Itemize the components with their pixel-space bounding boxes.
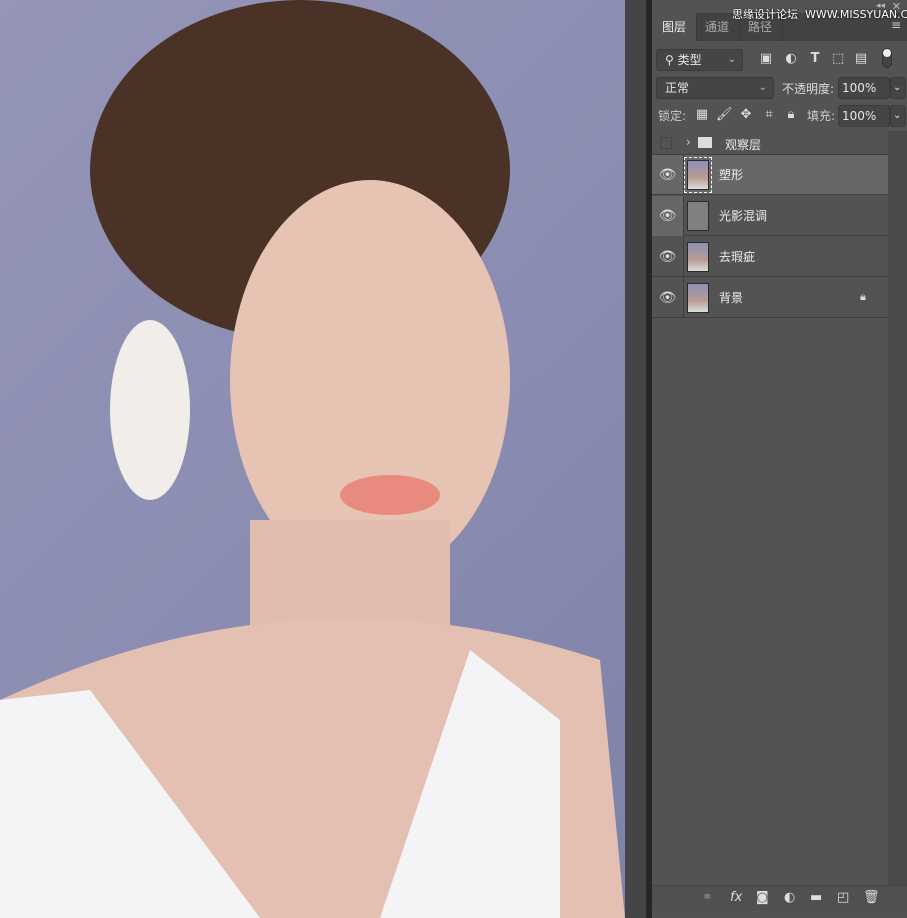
layer-thumbnail [687, 283, 709, 313]
type-filter-icon[interactable]: T [807, 51, 823, 66]
adjustment-filter-icon[interactable]: ◐ [783, 51, 799, 66]
opacity-dropdown[interactable]: ⌄ [890, 77, 906, 99]
layer-name: 塑形 [719, 168, 744, 182]
new-layer-icon[interactable]: ◰ [837, 890, 849, 905]
layer-row[interactable]: 👁︎ 光影混调 [652, 196, 888, 236]
layer-group-row[interactable]: › 观察层 [652, 131, 888, 155]
chevron-down-icon: ⌄ [758, 82, 767, 93]
lock-label: 锁定: [658, 109, 687, 123]
layer-name: 背景 [719, 291, 744, 305]
link-layers-icon[interactable]: ⚭ [702, 890, 713, 905]
blend-mode-value: 正常 [665, 81, 690, 95]
layer-name: 观察层 [725, 138, 762, 152]
eye-icon[interactable]: 👁︎ [652, 237, 684, 277]
filter-kind-select[interactable]: ⚲ 类型 ⌄ [656, 49, 743, 71]
document-canvas[interactable] [0, 0, 625, 918]
layers-panel: ◂◂ ✕ 图层 通道 路径 ≡ 思缘设计论坛 WWW.MISSYUAN.COM … [652, 0, 907, 918]
eye-icon[interactable]: 👁︎ [652, 155, 684, 195]
fx-icon[interactable]: fx [730, 890, 742, 905]
fill-label: 填充: [807, 109, 836, 123]
opacity-label: 不透明度: [782, 82, 835, 96]
layers-toolbar: ⚭ fx ◙ ◐ ▬ ◰ 🗑︎ [652, 885, 907, 911]
lock-transparent-pixels-icon[interactable]: ▦ [694, 107, 710, 122]
lock-image-pixels-icon[interactable]: 🖌 [716, 107, 733, 122]
fill-input[interactable]: 100% [838, 105, 890, 127]
portrait-photo [0, 0, 625, 918]
layer-thumbnail [684, 157, 712, 193]
layers-scrollbar[interactable] [888, 131, 907, 885]
adjustment-layer-icon[interactable]: ◐ [784, 890, 795, 905]
opacity-input[interactable]: 100% [838, 77, 890, 99]
layer-name: 光影混调 [719, 209, 768, 223]
eye-icon[interactable]: 👁︎ [652, 196, 684, 236]
lock-icon: 🔒︎ [860, 290, 866, 303]
panel-dock-gutter [625, 0, 652, 918]
layer-thumbnail [687, 201, 709, 231]
visibility-toggle-off[interactable] [660, 137, 672, 149]
filter-label: 类型 [677, 53, 702, 67]
chevron-right-icon[interactable]: › [686, 135, 691, 149]
layer-name: 去瑕疵 [719, 250, 756, 264]
shape-filter-icon[interactable]: ⬚ [830, 51, 846, 66]
filter-toggle[interactable] [882, 48, 892, 68]
fill-dropdown[interactable]: ⌄ [890, 105, 906, 127]
blend-mode-select[interactable]: 正常 ⌄ [656, 77, 774, 99]
layer-row[interactable]: 👁︎ 背景 🔒︎ [652, 278, 888, 318]
chevron-down-icon: ⌄ [727, 54, 736, 65]
lock-all-icon[interactable]: 🔒︎ [783, 107, 799, 122]
add-mask-icon[interactable]: ◙ [756, 890, 769, 905]
folder-icon [698, 137, 712, 148]
watermark: 思缘设计论坛 WWW.MISSYUAN.COM [732, 8, 907, 21]
trash-icon[interactable]: 🗑︎ [863, 890, 880, 905]
layer-row-selected[interactable]: 👁︎ 塑形 [652, 155, 888, 195]
search-icon: ⚲ [665, 53, 674, 67]
lock-position-icon[interactable]: ✥ [738, 107, 754, 122]
smart-object-filter-icon[interactable]: ▤ [853, 51, 869, 66]
layer-row[interactable]: 👁︎ 去瑕疵 [652, 237, 888, 277]
tab-layers[interactable]: 图层 [652, 13, 698, 41]
layer-thumbnail [687, 242, 709, 272]
eye-icon[interactable]: 👁︎ [652, 278, 684, 318]
pixel-filter-icon[interactable]: ▣ [758, 51, 774, 66]
lock-artboard-icon[interactable]: ⌗ [761, 107, 777, 122]
new-group-icon[interactable]: ▬ [810, 890, 822, 905]
